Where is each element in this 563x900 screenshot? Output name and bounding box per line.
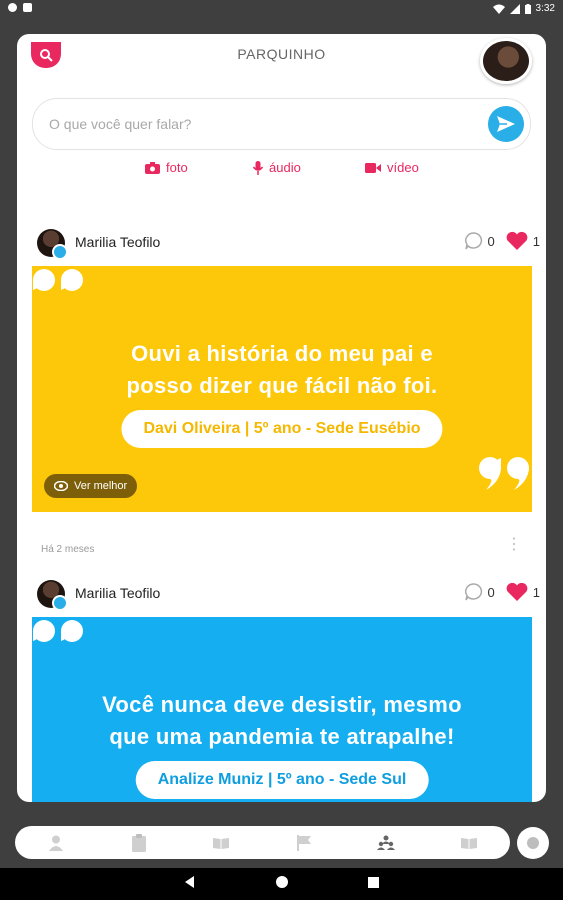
back-button[interactable]: [184, 875, 196, 893]
recents-icon: [368, 877, 379, 888]
post-author[interactable]: Marilia Teofilo: [75, 234, 160, 250]
quote-icon: [33, 620, 83, 642]
post-stats: 0 1: [464, 231, 540, 251]
comment-icon[interactable]: [464, 582, 484, 602]
clipboard-icon: [131, 833, 146, 852]
nav-community[interactable]: [376, 833, 396, 853]
heart-icon[interactable]: [505, 582, 529, 602]
book-open-icon: [460, 837, 477, 849]
verified-badge: [52, 244, 68, 260]
nav-reading[interactable]: [459, 833, 479, 853]
book-icon: [213, 837, 230, 849]
nav-profile[interactable]: [46, 833, 66, 853]
compose-box: [32, 98, 531, 150]
student-pill: Analize Muniz | 5º ano - Sede Sul: [135, 761, 429, 799]
post-timestamp: Há 2 meses: [41, 544, 95, 555]
quote-line-2: posso dizer que fácil não foi.: [126, 373, 438, 398]
comment-count: 0: [487, 233, 495, 249]
quote-line-1: Ouvi a história do meu pai e: [131, 341, 433, 366]
audio-label: áudio: [269, 160, 301, 175]
student-pill: Davi Oliveira | 5º ano - Sede Eusébio: [121, 410, 443, 448]
photo-label: foto: [166, 160, 188, 175]
recents-button[interactable]: [368, 875, 379, 893]
quote-card[interactable]: Ouvi a história do meu pai e posso dizer…: [32, 266, 532, 512]
avatar[interactable]: [37, 229, 68, 260]
wifi-icon: [492, 4, 505, 14]
nav-library[interactable]: [211, 833, 231, 853]
nav-tasks[interactable]: [129, 833, 149, 853]
status-notifications: [8, 3, 32, 12]
quote-icon: [479, 457, 529, 490]
home-button[interactable]: [276, 875, 288, 893]
comment-count: 0: [487, 584, 495, 600]
eye-icon: [54, 481, 68, 491]
like-count: 1: [532, 233, 540, 249]
status-time: 3:32: [535, 3, 555, 14]
post-author[interactable]: Marilia Teofilo: [75, 585, 160, 601]
avatar[interactable]: [37, 580, 68, 611]
back-icon: [185, 876, 194, 888]
home-icon: [276, 876, 288, 888]
quote-icon: [33, 269, 83, 291]
page-title: PARQUINHO: [237, 46, 326, 62]
view-more-label: Ver melhor: [74, 480, 128, 492]
circle-icon: [527, 837, 539, 849]
user-icon: [49, 835, 64, 851]
quote-card[interactable]: Você nunca deve desistir, mesmo que uma …: [32, 617, 532, 802]
audio-button[interactable]: áudio: [253, 160, 301, 175]
heart-icon[interactable]: [505, 231, 529, 251]
profile-avatar[interactable]: [480, 38, 532, 84]
quote-line-1: Você nunca deve desistir, mesmo: [102, 692, 462, 717]
send-icon: [497, 116, 515, 132]
post-stats: 0 1: [464, 582, 540, 602]
video-button[interactable]: vídeo: [365, 160, 419, 175]
post-header: Marilia Teofilo 0 1: [17, 576, 546, 612]
notification-icon: [8, 3, 17, 12]
compose-input[interactable]: [47, 99, 471, 149]
photo-button[interactable]: foto: [145, 160, 188, 175]
like-count: 1: [532, 584, 540, 600]
signal-icon: [509, 3, 520, 14]
view-more-button[interactable]: Ver melhor: [44, 474, 138, 498]
comment-icon[interactable]: [464, 231, 484, 251]
bottom-nav: [15, 826, 510, 859]
status-right: 3:32: [492, 3, 555, 14]
video-icon: [365, 162, 381, 173]
group-icon: [377, 835, 396, 850]
flag-icon: [296, 834, 311, 851]
notification-icon: [23, 3, 32, 12]
send-button[interactable]: [488, 106, 524, 142]
menu-fab-button[interactable]: [517, 827, 549, 859]
battery-icon: [524, 3, 531, 14]
more-options-icon[interactable]: ⋮: [506, 534, 522, 554]
verified-badge: [52, 595, 68, 611]
status-bar: 3:32: [0, 0, 563, 18]
video-label: vídeo: [387, 160, 419, 175]
nav-goals[interactable]: [294, 833, 314, 853]
main-card: PARQUINHO foto áudio víde: [17, 34, 546, 802]
post-header: Marilia Teofilo 0 1: [17, 225, 546, 261]
microphone-icon: [253, 160, 263, 175]
camera-icon: [145, 161, 160, 174]
quote-line-2: que uma pandemia te atrapalhe!: [109, 724, 455, 749]
system-nav-bar: [0, 868, 563, 900]
